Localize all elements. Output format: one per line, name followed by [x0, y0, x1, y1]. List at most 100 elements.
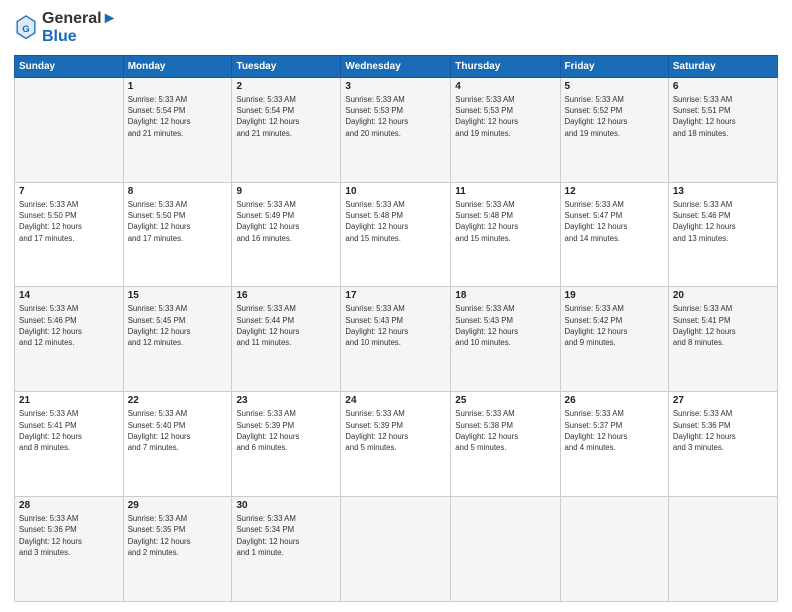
calendar-cell: 14 Sunrise: 5:33 AM Sunset: 5:46 PM Dayli…	[15, 287, 124, 392]
calendar-week-4: 21 Sunrise: 5:33 AM Sunset: 5:41 PM Dayli…	[15, 392, 778, 497]
calendar-cell: 4 Sunrise: 5:33 AM Sunset: 5:53 PM Daylig…	[451, 77, 560, 182]
day-number: 14	[19, 290, 119, 301]
calendar-cell: 10 Sunrise: 5:33 AM Sunset: 5:48 PM Dayli…	[341, 182, 451, 287]
day-info: Sunrise: 5:33 AM Sunset: 5:53 PM Dayligh…	[455, 94, 555, 139]
calendar-cell: 28 Sunrise: 5:33 AM Sunset: 5:36 PM Dayli…	[15, 497, 124, 602]
calendar-cell: 19 Sunrise: 5:33 AM Sunset: 5:42 PM Dayli…	[560, 287, 668, 392]
day-number: 16	[236, 290, 336, 301]
calendar-cell: 21 Sunrise: 5:33 AM Sunset: 5:41 PM Dayli…	[15, 392, 124, 497]
header: G General► Blue	[14, 10, 778, 47]
day-header-thursday: Thursday	[451, 55, 560, 77]
day-number: 25	[455, 395, 555, 406]
day-number: 21	[19, 395, 119, 406]
calendar-cell: 2 Sunrise: 5:33 AM Sunset: 5:54 PM Daylig…	[232, 77, 341, 182]
calendar-cell: 9Sunrise: 5:33 AM Sunset: 5:49 PM Daylig…	[232, 182, 341, 287]
day-number: 5	[565, 81, 664, 92]
day-info: Sunrise: 5:33 AM Sunset: 5:34 PM Dayligh…	[236, 513, 336, 558]
day-header-saturday: Saturday	[668, 55, 777, 77]
day-info: Sunrise: 5:33 AM Sunset: 5:35 PM Dayligh…	[128, 513, 228, 558]
calendar-cell: 29 Sunrise: 5:33 AM Sunset: 5:35 PM Dayli…	[123, 497, 232, 602]
calendar-cell: 16Sunrise: 5:33 AM Sunset: 5:44 PM Dayli…	[232, 287, 341, 392]
calendar-cell	[341, 497, 451, 602]
day-info: Sunrise: 5:33 AM Sunset: 5:54 PM Dayligh…	[128, 94, 228, 139]
day-number: 29	[128, 500, 228, 511]
day-header-friday: Friday	[560, 55, 668, 77]
day-number: 11	[455, 186, 555, 197]
day-number: 28	[19, 500, 119, 511]
calendar-cell: 13 Sunrise: 5:33 AM Sunset: 5:46 PM Dayli…	[668, 182, 777, 287]
day-number: 17	[345, 290, 446, 301]
day-info: Sunrise: 5:33 AM Sunset: 5:36 PM Dayligh…	[19, 513, 119, 558]
calendar-cell: 22Sunrise: 5:33 AM Sunset: 5:40 PM Dayli…	[123, 392, 232, 497]
calendar-cell: 30 Sunrise: 5:33 AM Sunset: 5:34 PM Dayli…	[232, 497, 341, 602]
day-number: 15	[128, 290, 228, 301]
day-header-tuesday: Tuesday	[232, 55, 341, 77]
calendar-cell: 5 Sunrise: 5:33 AM Sunset: 5:52 PM Daylig…	[560, 77, 668, 182]
calendar-week-1: 1 Sunrise: 5:33 AM Sunset: 5:54 PM Daylig…	[15, 77, 778, 182]
day-info: Sunrise: 5:33 AM Sunset: 5:47 PM Dayligh…	[565, 199, 664, 244]
calendar-cell: 12 Sunrise: 5:33 AM Sunset: 5:47 PM Dayli…	[560, 182, 668, 287]
day-info: Sunrise: 5:33 AM Sunset: 5:50 PM Dayligh…	[128, 199, 228, 244]
day-info: Sunrise: 5:33 AM Sunset: 5:53 PM Dayligh…	[345, 94, 446, 139]
day-info: Sunrise: 5:33 AM Sunset: 5:46 PM Dayligh…	[19, 303, 119, 348]
day-info: Sunrise: 5:33 AM Sunset: 5:51 PM Dayligh…	[673, 94, 773, 139]
logo-icon: G	[14, 14, 38, 42]
calendar-cell: 11Sunrise: 5:33 AM Sunset: 5:48 PM Dayli…	[451, 182, 560, 287]
calendar-cell: 26 Sunrise: 5:33 AM Sunset: 5:37 PM Dayli…	[560, 392, 668, 497]
day-info: Sunrise: 5:33 AM Sunset: 5:37 PM Dayligh…	[565, 408, 664, 453]
day-info: Sunrise: 5:33 AM Sunset: 5:43 PM Dayligh…	[345, 303, 446, 348]
day-number: 3	[345, 81, 446, 92]
day-info: Sunrise: 5:33 AM Sunset: 5:46 PM Dayligh…	[673, 199, 773, 244]
calendar-cell	[668, 497, 777, 602]
calendar-cell: 6 Sunrise: 5:33 AM Sunset: 5:51 PM Daylig…	[668, 77, 777, 182]
day-number: 6	[673, 81, 773, 92]
calendar-cell: 17 Sunrise: 5:33 AM Sunset: 5:43 PM Dayli…	[341, 287, 451, 392]
calendar-cell: 27 Sunrise: 5:33 AM Sunset: 5:36 PM Dayli…	[668, 392, 777, 497]
day-info: Sunrise: 5:33 AM Sunset: 5:42 PM Dayligh…	[565, 303, 664, 348]
day-number: 10	[345, 186, 446, 197]
day-number: 7	[19, 186, 119, 197]
day-header-sunday: Sunday	[15, 55, 124, 77]
calendar-header-row: SundayMondayTuesdayWednesdayThursdayFrid…	[15, 55, 778, 77]
calendar-cell: 20 Sunrise: 5:33 AM Sunset: 5:41 PM Dayli…	[668, 287, 777, 392]
day-number: 27	[673, 395, 773, 406]
calendar-cell: 24Sunrise: 5:33 AM Sunset: 5:39 PM Dayli…	[341, 392, 451, 497]
day-info: Sunrise: 5:33 AM Sunset: 5:43 PM Dayligh…	[455, 303, 555, 348]
calendar-table: SundayMondayTuesdayWednesdayThursdayFrid…	[14, 55, 778, 602]
calendar-week-3: 14 Sunrise: 5:33 AM Sunset: 5:46 PM Dayli…	[15, 287, 778, 392]
day-header-monday: Monday	[123, 55, 232, 77]
day-info: Sunrise: 5:33 AM Sunset: 5:52 PM Dayligh…	[565, 94, 664, 139]
day-number: 20	[673, 290, 773, 301]
day-info: Sunrise: 5:33 AM Sunset: 5:41 PM Dayligh…	[673, 303, 773, 348]
day-number: 26	[565, 395, 664, 406]
calendar-cell: 25Sunrise: 5:33 AM Sunset: 5:38 PM Dayli…	[451, 392, 560, 497]
page: G General► Blue SundayMondayTuesdayWedne…	[0, 0, 792, 612]
day-info: Sunrise: 5:33 AM Sunset: 5:39 PM Dayligh…	[236, 408, 336, 453]
day-number: 19	[565, 290, 664, 301]
day-number: 23	[236, 395, 336, 406]
calendar-cell	[15, 77, 124, 182]
day-number: 13	[673, 186, 773, 197]
day-info: Sunrise: 5:33 AM Sunset: 5:40 PM Dayligh…	[128, 408, 228, 453]
day-number: 30	[236, 500, 336, 511]
calendar-week-5: 28 Sunrise: 5:33 AM Sunset: 5:36 PM Dayli…	[15, 497, 778, 602]
day-number: 1	[128, 81, 228, 92]
day-info: Sunrise: 5:33 AM Sunset: 5:54 PM Dayligh…	[236, 94, 336, 139]
day-info: Sunrise: 5:33 AM Sunset: 5:36 PM Dayligh…	[673, 408, 773, 453]
calendar-cell: 1 Sunrise: 5:33 AM Sunset: 5:54 PM Daylig…	[123, 77, 232, 182]
calendar-cell: 18Sunrise: 5:33 AM Sunset: 5:43 PM Dayli…	[451, 287, 560, 392]
day-info: Sunrise: 5:33 AM Sunset: 5:39 PM Dayligh…	[345, 408, 446, 453]
day-header-wednesday: Wednesday	[341, 55, 451, 77]
calendar-cell	[560, 497, 668, 602]
calendar-cell: 3 Sunrise: 5:33 AM Sunset: 5:53 PM Daylig…	[341, 77, 451, 182]
svg-text:G: G	[22, 24, 29, 35]
day-info: Sunrise: 5:33 AM Sunset: 5:45 PM Dayligh…	[128, 303, 228, 348]
day-info: Sunrise: 5:33 AM Sunset: 5:48 PM Dayligh…	[345, 199, 446, 244]
day-number: 2	[236, 81, 336, 92]
logo: G General► Blue	[14, 10, 117, 47]
day-number: 4	[455, 81, 555, 92]
day-info: Sunrise: 5:33 AM Sunset: 5:41 PM Dayligh…	[19, 408, 119, 453]
day-number: 12	[565, 186, 664, 197]
calendar-cell: 8Sunrise: 5:33 AM Sunset: 5:50 PM Daylig…	[123, 182, 232, 287]
calendar-cell: 15 Sunrise: 5:33 AM Sunset: 5:45 PM Dayli…	[123, 287, 232, 392]
